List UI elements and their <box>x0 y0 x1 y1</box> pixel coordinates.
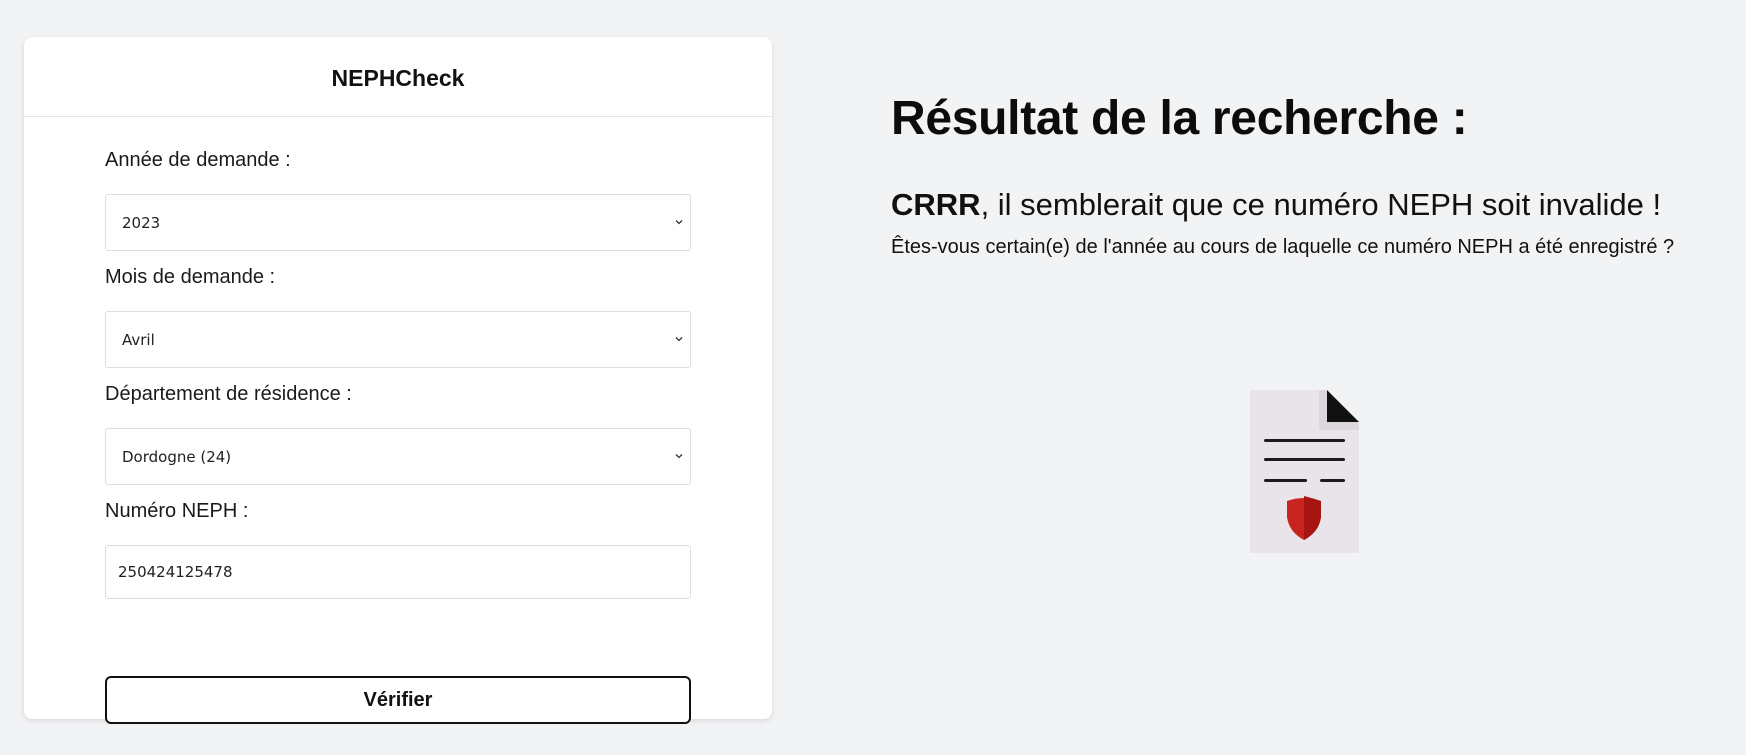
year-select[interactable]: 2023 <box>105 194 691 251</box>
result-message-text: , il semblerait que ce numéro NEPH soit … <box>980 186 1662 222</box>
result-detail: Êtes-vous certain(e) de l'année au cours… <box>891 235 1675 258</box>
card-header: NEPHCheck <box>24 37 772 117</box>
month-label: Mois de demande : <box>105 266 276 288</box>
chevron-down-icon <box>675 336 683 341</box>
department-select[interactable]: Dordogne (24) <box>105 428 691 485</box>
result-message: CRRR, il semblerait que ce numéro NEPH s… <box>891 186 1721 223</box>
verify-button[interactable]: Vérifier <box>105 676 691 724</box>
year-label: Année de demande : <box>105 149 291 171</box>
neph-input[interactable]: 250424125478 <box>105 545 691 599</box>
department-select-value: Dordogne (24) <box>122 447 232 466</box>
year-select-value: 2023 <box>122 213 161 232</box>
chevron-down-icon <box>675 453 683 458</box>
month-select[interactable]: Avril <box>105 311 691 368</box>
department-label: Département de résidence : <box>105 383 352 405</box>
neph-label: Numéro NEPH : <box>105 500 249 522</box>
neph-input-value: 250424125478 <box>118 563 233 581</box>
result-title: Résultat de la recherche : <box>891 92 1468 145</box>
result-name: CRRR <box>891 186 981 222</box>
result-panel: Résultat de la recherche : CRRR, il semb… <box>891 90 1721 261</box>
invalid-document-shield-icon <box>1250 390 1359 553</box>
app-title: NEPHCheck <box>331 65 465 91</box>
month-select-value: Avril <box>122 330 155 349</box>
nephcheck-form-card: NEPHCheck Année de demande : 2023 Mois d… <box>24 37 772 724</box>
chevron-down-icon <box>675 219 683 224</box>
